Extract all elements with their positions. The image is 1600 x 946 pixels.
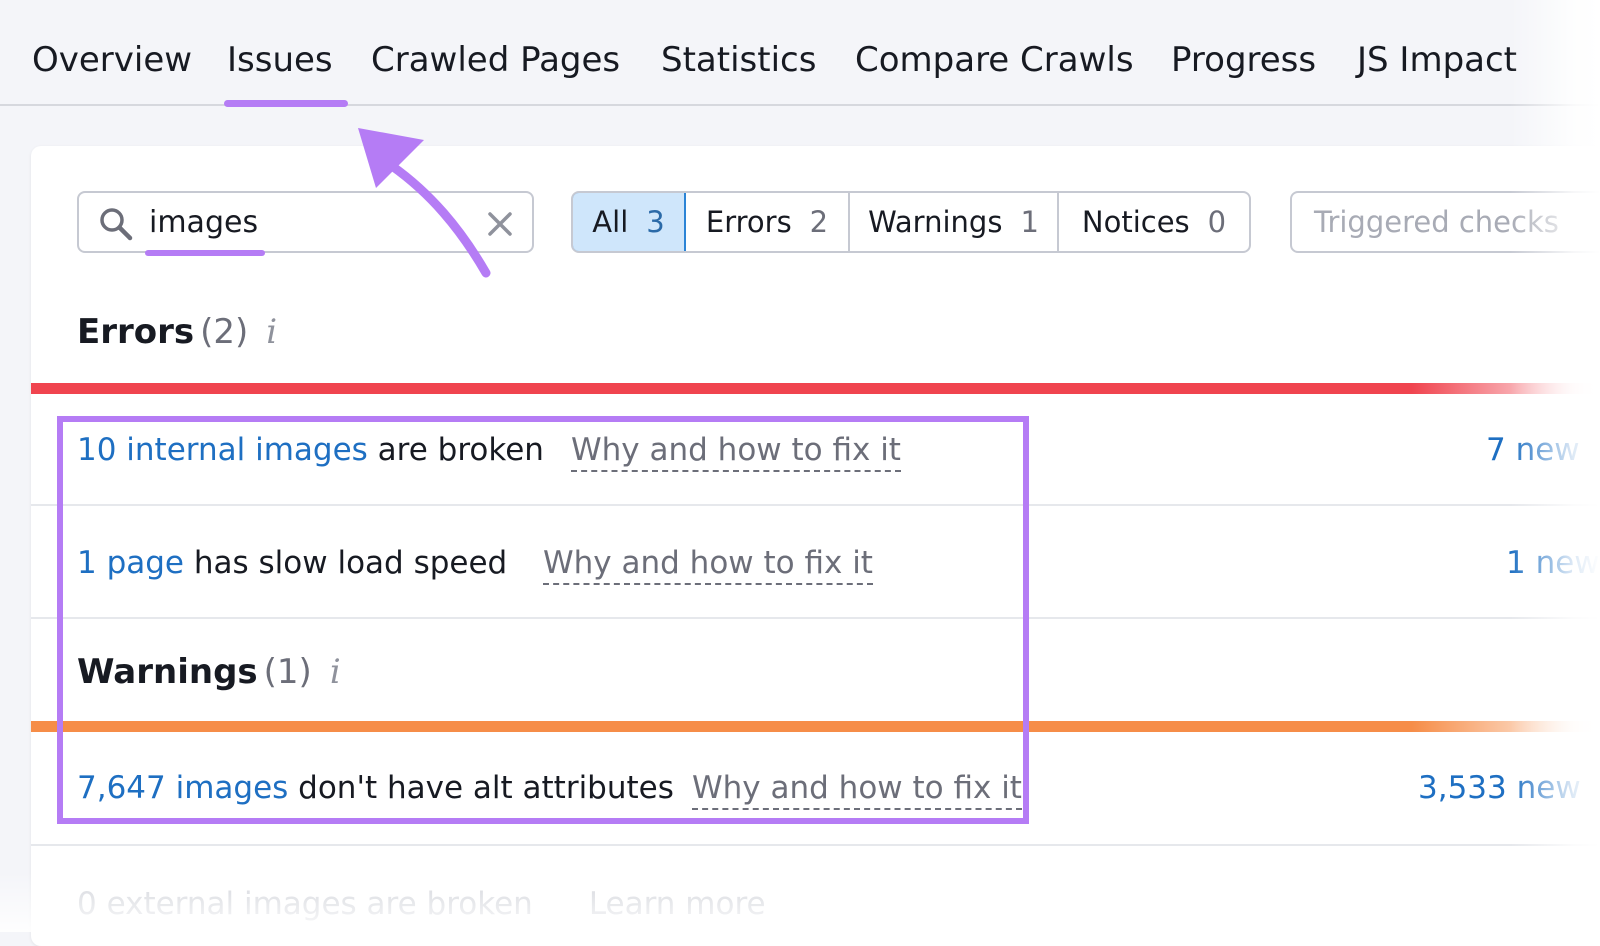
- issue-link[interactable]: 10 internal images: [77, 432, 368, 468]
- warnings-severity-bar: [31, 721, 1600, 732]
- issue-link[interactable]: 1 page: [77, 545, 184, 581]
- row-divider: [31, 504, 1600, 506]
- issue-missing-alt-attributes: 7,647 images don't have alt attributes: [77, 768, 674, 808]
- issue-broken-internal-images: 10 internal images are broken: [77, 430, 544, 470]
- tab-progress[interactable]: Progress: [1171, 38, 1316, 82]
- filter-all[interactable]: All 3: [573, 193, 686, 251]
- new-issues-count[interactable]: 7 new: [1486, 430, 1580, 470]
- info-icon[interactable]: i: [266, 310, 277, 354]
- tab-statistics[interactable]: Statistics: [661, 38, 816, 82]
- filter-count: 1: [1020, 205, 1039, 239]
- issue-text: are broken: [367, 432, 544, 468]
- section-count: (1): [263, 652, 312, 692]
- filter-label: Notices: [1081, 205, 1190, 239]
- tab-crawled-pages[interactable]: Crawled Pages: [371, 38, 620, 82]
- why-and-how-to-fix-link[interactable]: Why and how to fix it: [692, 768, 1022, 810]
- filter-errors[interactable]: Errors 2: [686, 193, 850, 251]
- new-issues-count[interactable]: 3,533 new: [1418, 768, 1581, 808]
- issue-text: 0 external images are broken: [77, 886, 533, 922]
- errors-section-header: Errors (2) i: [77, 310, 277, 354]
- new-issues-count[interactable]: 1 new: [1506, 543, 1600, 583]
- tab-overview[interactable]: Overview: [32, 38, 192, 82]
- row-divider: [31, 617, 1600, 619]
- issue-text: don't have alt attributes: [288, 770, 674, 806]
- filter-count: 0: [1207, 205, 1227, 239]
- faded-issue-row: 0 external images are broken Learn more: [77, 884, 766, 924]
- issue-type-filter: All 3 Errors 2 Warnings 1 Notices 0: [571, 191, 1251, 253]
- issue-slow-load-speed: 1 page has slow load speed: [77, 543, 507, 583]
- learn-more-link[interactable]: Learn more: [589, 886, 766, 922]
- warnings-section-header: Warnings (1) i: [77, 650, 341, 694]
- why-and-how-to-fix-link[interactable]: Why and how to fix it: [543, 543, 873, 585]
- why-and-how-to-fix-link[interactable]: Why and how to fix it: [571, 430, 901, 472]
- search-icon: [100, 208, 133, 241]
- issue-link[interactable]: 7,647 images: [77, 770, 288, 806]
- filter-label: All: [592, 205, 629, 239]
- search-box[interactable]: [77, 191, 534, 253]
- filter-count: 2: [809, 205, 829, 239]
- search-input[interactable]: [149, 201, 449, 243]
- issue-text: has slow load speed: [184, 545, 508, 581]
- tab-js-impact[interactable]: JS Impact: [1357, 38, 1517, 82]
- filter-label: Warnings: [868, 205, 1003, 239]
- search-highlight-underline: [145, 250, 265, 256]
- tab-issues[interactable]: Issues: [227, 38, 333, 82]
- section-title: Errors: [77, 312, 195, 352]
- triggered-checks-select[interactable]: Triggered checks: [1290, 191, 1600, 253]
- filter-warnings[interactable]: Warnings 1: [850, 193, 1059, 251]
- tab-compare-crawls[interactable]: Compare Crawls: [855, 38, 1134, 82]
- info-icon[interactable]: i: [330, 650, 341, 694]
- row-divider: [31, 844, 1600, 846]
- section-count: (2): [200, 312, 249, 352]
- tab-bar: Overview Issues Crawled Pages Statistics…: [0, 0, 1600, 106]
- close-icon[interactable]: [483, 207, 517, 241]
- active-tab-indicator: [224, 100, 348, 107]
- errors-severity-bar: [31, 383, 1600, 394]
- filter-label: Errors: [705, 205, 792, 239]
- section-title: Warnings: [77, 652, 258, 692]
- filter-notices[interactable]: Notices 0: [1059, 193, 1249, 251]
- filter-count: 3: [646, 205, 665, 239]
